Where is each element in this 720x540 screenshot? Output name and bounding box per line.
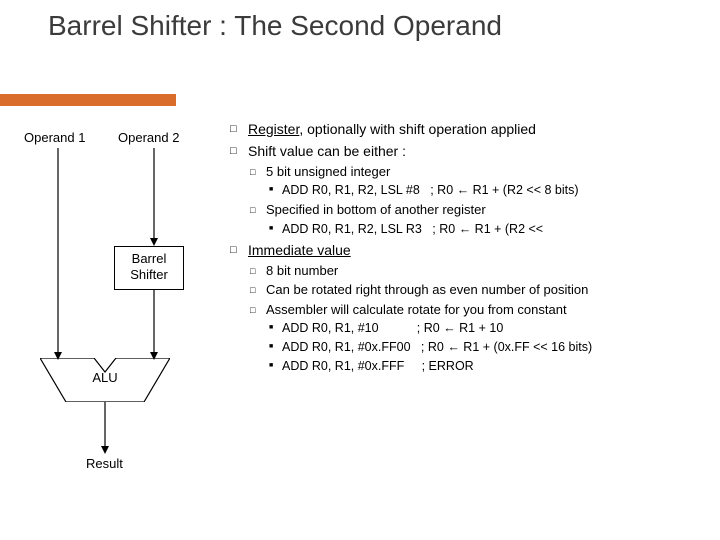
code-lsl-reg: ADD R0, R1, R2, LSL R3 <box>282 222 422 236</box>
cmt-imm10: ; R0 ← R1 + 10 <box>379 321 504 335</box>
bullet-assembler: Assembler will calculate rotate for you … <box>248 301 704 375</box>
bullet-rotate: Can be rotated right through as even num… <box>248 281 704 299</box>
result-label: Result <box>86 456 123 471</box>
diagram: Operand 1 Operand 2 Barrel Shifter ALU <box>0 120 230 520</box>
code-lsl-imm: ADD R0, R1, R2, LSL #8 <box>282 183 420 197</box>
alu-label: ALU <box>40 370 170 385</box>
operand1-label: Operand 1 <box>24 130 85 145</box>
bullet-immediate: Immediate value 8 bit number Can be rota… <box>230 241 704 375</box>
arrow-alu-to-result <box>99 402 111 454</box>
title-area: Barrel Shifter : The Second Operand <box>0 0 720 43</box>
bullet-8bit: 8 bit number <box>248 262 704 280</box>
code-imm10: ADD R0, R1, #10 <box>282 321 379 335</box>
content-row: Operand 1 Operand 2 Barrel Shifter ALU <box>0 120 720 520</box>
code-add-error: ADD R0, R1, #0x.FFF ; ERROR <box>266 358 704 375</box>
cmt-ff00: ; R0 ← R1 + (0x.FF << 16 bits) <box>411 340 593 354</box>
register-underline: Register <box>248 121 299 137</box>
barrel-shifter-box: Barrel Shifter <box>114 246 184 290</box>
immediate-text: Immediate value <box>248 242 351 258</box>
arrow-op1-to-alu <box>52 148 64 360</box>
assembler-text: Assembler will calculate rotate for you … <box>266 302 567 317</box>
accent-bar <box>0 94 176 106</box>
cmt-lsl-reg: ; R0 ← R1 + (R2 << <box>422 222 543 236</box>
code-add-lsl-reg: ADD R0, R1, R2, LSL R3 ; R0 ← R1 + (R2 <… <box>266 221 704 238</box>
5bit-text: 5 bit unsigned integer <box>266 164 390 179</box>
slide-title: Barrel Shifter : The Second Operand <box>48 8 720 43</box>
arrow-op2-to-shifter <box>148 148 160 246</box>
slide: Barrel Shifter : The Second Operand Oper… <box>0 0 720 540</box>
shift-value-text: Shift value can be either : <box>248 143 406 159</box>
code-ff00: ADD R0, R1, #0x.FF00 <box>282 340 411 354</box>
operand2-label: Operand 2 <box>118 130 179 145</box>
bullet-bottom-reg: Specified in bottom of another register … <box>248 201 704 237</box>
code-add-ff00: ADD R0, R1, #0x.FF00 ; R0 ← R1 + (0x.FF … <box>266 339 704 356</box>
code-fff: ADD R0, R1, #0x.FFF <box>282 359 404 373</box>
register-rest: , optionally with shift operation applie… <box>299 121 536 137</box>
arrow-shifter-to-alu <box>148 290 160 360</box>
bullet-shift-value: Shift value can be either : 5 bit unsign… <box>230 142 704 238</box>
barrel-shifter-line2: Shifter <box>115 267 183 283</box>
barrel-shifter-line1: Barrel <box>115 251 183 267</box>
bullet-register: Register, optionally with shift operatio… <box>230 120 704 139</box>
cmt-error: ; ERROR <box>404 359 473 373</box>
bullet-5bit: 5 bit unsigned integer ADD R0, R1, R2, L… <box>248 163 704 199</box>
bullet-content: Register, optionally with shift operatio… <box>230 120 720 520</box>
bottom-reg-text: Specified in bottom of another register <box>266 202 486 217</box>
cmt-lsl-imm: ; R0 ← R1 + (R2 << 8 bits) <box>420 183 579 197</box>
code-add-lsl-imm: ADD R0, R1, R2, LSL #8 ; R0 ← R1 + (R2 <… <box>266 182 704 199</box>
alu-block: ALU <box>40 358 170 402</box>
code-add-imm10: ADD R0, R1, #10 ; R0 ← R1 + 10 <box>266 320 704 337</box>
